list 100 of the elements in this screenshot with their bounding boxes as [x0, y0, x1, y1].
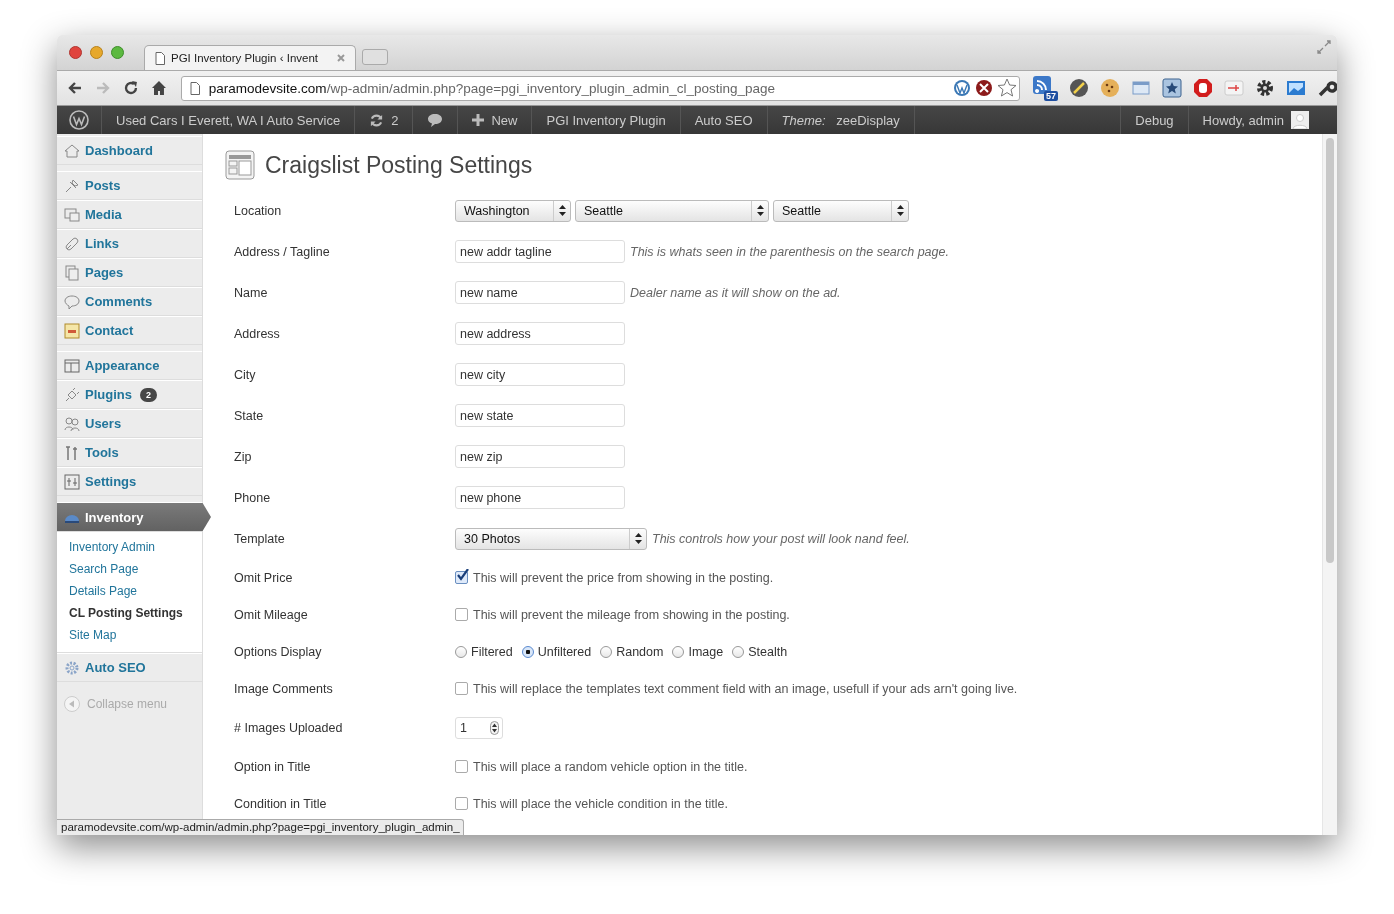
submenu-item[interactable]: Inventory Admin: [57, 536, 202, 558]
radio-button[interactable]: [672, 645, 685, 658]
radio-button[interactable]: [732, 645, 745, 658]
menu-item[interactable]: Users: [57, 409, 202, 438]
field-label: Image Comments: [234, 681, 334, 696]
field-hint: Dealer name as it will show on the ad.: [630, 285, 841, 300]
house-icon: [64, 142, 80, 159]
up-down-arrows-icon: [634, 533, 642, 544]
gear-icon: [64, 659, 80, 676]
menu-item[interactable]: Contact: [57, 316, 202, 345]
sliders-icon: [64, 473, 80, 490]
scrollbar-thumb[interactable]: [1326, 138, 1334, 563]
text-field[interactable]: new name: [455, 281, 625, 304]
minimize-window-button[interactable]: [90, 46, 103, 59]
checkbox[interactable]: [455, 682, 468, 695]
dropdown[interactable]: Seattle: [575, 199, 769, 222]
menu-item[interactable]: Inventory: [57, 502, 211, 532]
tools-icon: [64, 444, 80, 461]
settings-icon[interactable]: [1255, 78, 1276, 98]
reload-icon[interactable]: [122, 80, 139, 96]
users-icon: [64, 415, 80, 432]
field-label: Name: [234, 285, 269, 300]
field-hint: This controls how your post will look nand feel.: [652, 531, 910, 546]
image-icon[interactable]: [1286, 78, 1307, 98]
radio-label: Image: [688, 644, 724, 659]
dropdown[interactable]: 30 Photos: [455, 527, 647, 550]
fullscreen-icon[interactable]: [1317, 40, 1331, 54]
menu-item[interactable]: Links: [57, 229, 202, 258]
browser-tab[interactable]: PGI Inventory Plugin ‹ Invent: [144, 45, 356, 70]
wordpress-logo-icon: [69, 110, 89, 130]
radio-label: Random: [616, 644, 664, 659]
number-field[interactable]: 1: [455, 716, 503, 739]
checkbox-label: This will prevent the price from showing in the posting.: [473, 570, 774, 585]
collapse-icon: [64, 696, 80, 712]
submenu-item[interactable]: Search Page: [57, 558, 202, 580]
checkbox-label: This will place the vehicle condition in the title.: [473, 796, 728, 811]
form-icon: [64, 322, 80, 339]
radio-label: Filtered: [471, 644, 513, 659]
cookie-icon[interactable]: [1100, 78, 1121, 98]
radio-button[interactable]: [521, 645, 534, 658]
page-icon: [189, 81, 200, 95]
checkbox[interactable]: [455, 760, 468, 773]
star-icon[interactable]: [997, 78, 1018, 98]
submenu-item[interactable]: Details Page: [57, 580, 202, 602]
menu-item[interactable]: Posts: [57, 171, 202, 200]
page-icon: [155, 51, 165, 65]
wrench-icon[interactable]: [1317, 78, 1337, 98]
zoom-window-button[interactable]: [111, 46, 124, 59]
text-field[interactable]: new city: [455, 363, 625, 386]
menu-item[interactable]: Dashboard: [57, 136, 202, 165]
speech-bubble-icon: [427, 112, 444, 128]
checkbox[interactable]: [455, 797, 468, 810]
page-title: Craigslist Posting Settings: [265, 151, 533, 179]
spinner-icon[interactable]: [490, 720, 499, 735]
close-icon[interactable]: [337, 54, 345, 62]
window-icon[interactable]: [1131, 78, 1152, 98]
up-down-arrows-icon: [896, 205, 904, 216]
up-down-arrows-icon: [756, 205, 764, 216]
plus-icon: [472, 114, 485, 126]
submenu-item[interactable]: CL Posting Settings: [57, 602, 202, 624]
menu-item[interactable]: Appearance: [57, 351, 202, 380]
close-window-button[interactable]: [69, 46, 82, 59]
blocked-icon[interactable]: [975, 79, 994, 97]
radio-button[interactable]: [455, 645, 467, 658]
text-field[interactable]: new state: [455, 404, 625, 427]
media-icon: [64, 206, 80, 223]
address-bar[interactable]: paramodevsite.com/wp-admin/admin.php?page=pgi_inventory_plugin_admin_cl_posting_page: [180, 75, 1021, 101]
checkbox-label: This will replace the templates text comment field with an image, usefull if your ads arn't going live.: [473, 681, 1018, 696]
up-down-arrows-icon: [558, 205, 566, 216]
radio-label: Stealth: [748, 644, 788, 659]
menu-item[interactable]: Comments: [57, 287, 202, 316]
menu-item[interactable]: Media: [57, 200, 202, 229]
menu-item[interactable]: Settings: [57, 467, 202, 496]
layout-icon: [64, 357, 80, 374]
back-icon[interactable]: [67, 80, 83, 96]
home-icon[interactable]: [150, 80, 167, 96]
text-field[interactable]: new zip: [455, 445, 625, 468]
menu-item[interactable]: Tools: [57, 438, 202, 467]
menu-item[interactable]: Auto SEO: [57, 653, 202, 682]
radio-label: Unfiltered: [537, 644, 592, 659]
wordpress-icon[interactable]: [953, 79, 972, 97]
field-label: Condition in Title: [234, 796, 328, 811]
rss-icon: [1032, 75, 1053, 95]
radio-button[interactable]: [600, 645, 613, 658]
submenu-item[interactable]: Site Map: [57, 624, 202, 646]
dropdown[interactable]: Washington: [455, 199, 571, 222]
field-label: Zip: [234, 449, 253, 464]
text-field[interactable]: new address: [455, 322, 625, 345]
text-field[interactable]: new phone: [455, 486, 625, 509]
status-bar-url: paramodevsite.com/wp-admin/admin.php?page=pgi_inventory_plugin_admin_: [57, 819, 464, 835]
field-label: Omit Mileage: [234, 607, 309, 622]
menu-item[interactable]: Plugins 2: [57, 380, 202, 409]
dropdown[interactable]: Seattle: [773, 199, 909, 222]
field-label: City: [234, 367, 257, 382]
checkbox[interactable]: [455, 571, 468, 584]
text-field[interactable]: new addr tagline: [455, 240, 625, 263]
stop-hand-icon[interactable]: [1193, 78, 1214, 98]
menu-item[interactable]: Pages: [57, 258, 202, 287]
field-label: Omit Price: [234, 570, 294, 585]
checkbox[interactable]: [455, 608, 468, 621]
